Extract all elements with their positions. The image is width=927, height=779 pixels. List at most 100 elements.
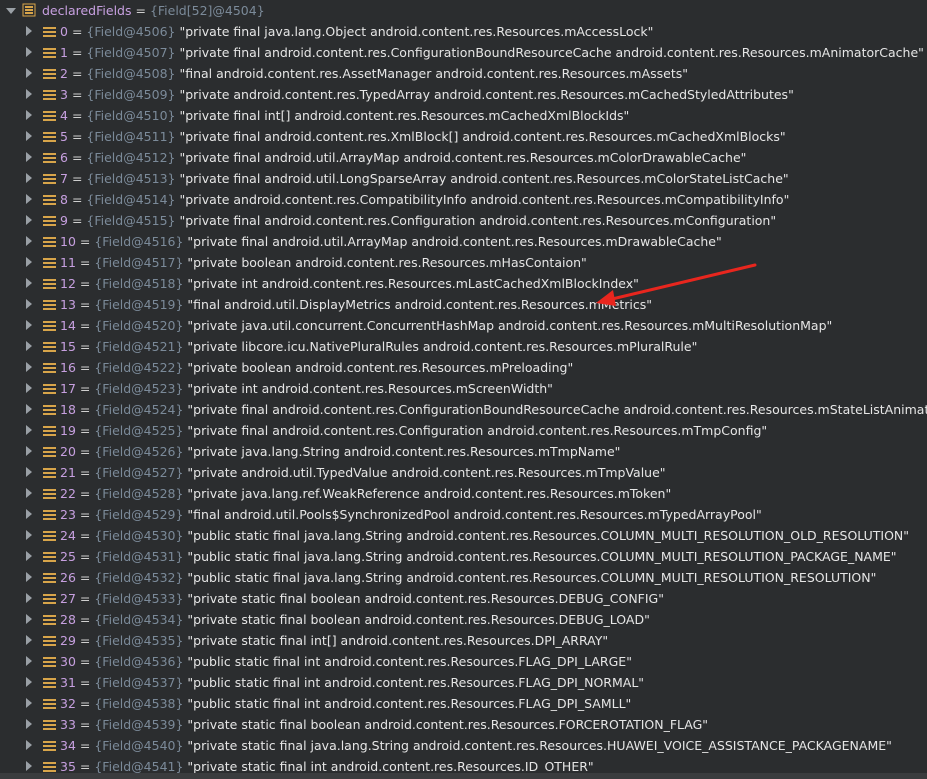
expand-arrow-icon[interactable] <box>26 656 32 666</box>
expand-arrow-icon[interactable] <box>26 614 32 624</box>
field-index: 7 <box>60 171 68 186</box>
expand-arrow-icon[interactable] <box>26 257 32 267</box>
field-index: 17 <box>60 381 76 396</box>
tree-node-field[interactable]: 2 = {Field@4508} "final android.content.… <box>0 63 927 84</box>
expand-arrow-icon[interactable] <box>26 425 32 435</box>
variable-name: declaredFields <box>42 3 132 18</box>
expand-arrow-icon[interactable] <box>26 194 32 204</box>
tree-node-field[interactable]: 8 = {Field@4514} "private android.conten… <box>0 189 927 210</box>
tree-node-field[interactable]: 1 = {Field@4507} "private final android.… <box>0 42 927 63</box>
field-value: "private final android.content.res.Confi… <box>187 423 768 438</box>
expand-arrow-icon[interactable] <box>26 551 32 561</box>
expand-arrow-icon[interactable] <box>26 278 32 288</box>
expand-arrow-icon[interactable] <box>26 635 32 645</box>
tree-node-field[interactable]: 32 = {Field@4538} "public static final i… <box>0 693 927 714</box>
tree-node-field[interactable]: 28 = {Field@4534} "private static final … <box>0 609 927 630</box>
tree-node-field[interactable]: 24 = {Field@4530} "public static final j… <box>0 525 927 546</box>
tree-node-field[interactable]: 25 = {Field@4531} "public static final j… <box>0 546 927 567</box>
field-value: "public static final java.lang.String an… <box>187 549 897 564</box>
expand-arrow-icon[interactable] <box>26 68 32 78</box>
expand-arrow-icon[interactable] <box>26 47 32 57</box>
expand-arrow-icon[interactable] <box>26 719 32 729</box>
field-icon <box>43 468 56 478</box>
tree-node-field[interactable]: 4 = {Field@4510} "private final int[] an… <box>0 105 927 126</box>
expand-arrow-icon[interactable] <box>26 110 32 120</box>
expand-arrow-icon[interactable] <box>26 761 32 771</box>
tree-node-field[interactable]: 12 = {Field@4518} "private int android.c… <box>0 273 927 294</box>
field-value: "public static final java.lang.String an… <box>187 570 877 585</box>
tree-node-field[interactable]: 34 = {Field@4540} "private static final … <box>0 735 927 756</box>
tree-node-field[interactable]: 0 = {Field@4506} "private final java.lan… <box>0 21 927 42</box>
tree-node-field[interactable]: 11 = {Field@4517} "private boolean andro… <box>0 252 927 273</box>
field-icon <box>43 363 56 373</box>
expand-arrow-icon[interactable] <box>26 173 32 183</box>
equals-sign: = <box>135 3 146 18</box>
tree-node-field[interactable]: 16 = {Field@4522} "private boolean andro… <box>0 357 927 378</box>
tree-node-field[interactable]: 17 = {Field@4523} "private int android.c… <box>0 378 927 399</box>
expand-arrow-icon[interactable] <box>26 404 32 414</box>
tree-node-field[interactable]: 20 = {Field@4526} "private java.lang.Str… <box>0 441 927 462</box>
expand-arrow-icon[interactable] <box>26 215 32 225</box>
expand-arrow-icon[interactable] <box>26 677 32 687</box>
field-icon <box>43 48 56 58</box>
tree-node-field[interactable]: 21 = {Field@4527} "private android.util.… <box>0 462 927 483</box>
tree-node-field[interactable]: 9 = {Field@4515} "private final android.… <box>0 210 927 231</box>
expand-arrow-icon[interactable] <box>26 236 32 246</box>
tree-node-field[interactable]: 31 = {Field@4537} "public static final i… <box>0 672 927 693</box>
tree-node-field[interactable]: 19 = {Field@4525} "private final android… <box>0 420 927 441</box>
tree-node-field[interactable]: 23 = {Field@4529} "final android.util.Po… <box>0 504 927 525</box>
expand-arrow-icon[interactable] <box>26 341 32 351</box>
expand-arrow-icon[interactable] <box>26 383 32 393</box>
tree-node-field[interactable]: 30 = {Field@4536} "public static final i… <box>0 651 927 672</box>
tree-node-field[interactable]: 26 = {Field@4532} "public static final j… <box>0 567 927 588</box>
tree-node-field[interactable]: 15 = {Field@4521} "private libcore.icu.N… <box>0 336 927 357</box>
expand-arrow-icon[interactable] <box>26 131 32 141</box>
tree-node-label: 32 = {Field@4538} "public static final i… <box>60 693 631 714</box>
object-ref: {Field@4508} <box>86 66 176 81</box>
expand-arrow-icon[interactable] <box>26 26 32 36</box>
tree-node-field[interactable]: 18 = {Field@4524} "private final android… <box>0 399 927 420</box>
object-ref: {Field@4541} <box>94 759 184 774</box>
expand-arrow-icon[interactable] <box>26 530 32 540</box>
expand-arrow-icon[interactable] <box>26 152 32 162</box>
field-index: 24 <box>60 528 76 543</box>
expand-arrow-icon[interactable] <box>26 509 32 519</box>
tree-node-field[interactable]: 29 = {Field@4535} "private static final … <box>0 630 927 651</box>
tree-node-field[interactable]: 33 = {Field@4539} "private static final … <box>0 714 927 735</box>
object-ref: {Field@4533} <box>94 591 184 606</box>
equals-sign: = <box>79 612 91 627</box>
field-icon <box>43 552 56 562</box>
tree-node-field[interactable]: 7 = {Field@4513} "private final android.… <box>0 168 927 189</box>
expand-arrow-icon[interactable] <box>26 320 32 330</box>
tree-node-field[interactable]: 27 = {Field@4533} "private static final … <box>0 588 927 609</box>
tree-node-field[interactable]: 14 = {Field@4520} "private java.util.con… <box>0 315 927 336</box>
expand-arrow-icon[interactable] <box>26 446 32 456</box>
variables-tree-panel: declaredFields = {Field[52]@4504} 0 = {F… <box>0 0 927 779</box>
tree-node-field[interactable]: 13 = {Field@4519} "final android.util.Di… <box>0 294 927 315</box>
field-icon <box>43 594 56 604</box>
expand-arrow-icon[interactable] <box>26 593 32 603</box>
field-value: "private final android.content.res.Confi… <box>187 402 927 417</box>
expand-arrow-icon[interactable] <box>26 362 32 372</box>
expand-arrow-icon[interactable] <box>26 299 32 309</box>
expand-arrow-icon[interactable] <box>26 467 32 477</box>
tree-node-field[interactable]: 22 = {Field@4528} "private java.lang.ref… <box>0 483 927 504</box>
expand-arrow-icon[interactable] <box>26 488 32 498</box>
horizontal-scrollbar[interactable] <box>0 773 927 779</box>
tree-node-field[interactable]: 3 = {Field@4509} "private android.conten… <box>0 84 927 105</box>
tree-node-field[interactable]: 10 = {Field@4516} "private final android… <box>0 231 927 252</box>
field-icon <box>43 720 56 730</box>
tree-node-field[interactable]: 5 = {Field@4511} "private final android.… <box>0 126 927 147</box>
field-index: 3 <box>60 87 68 102</box>
tree-node-field[interactable]: 6 = {Field@4512} "private final android.… <box>0 147 927 168</box>
tree-node-label: 28 = {Field@4534} "private static final … <box>60 609 650 630</box>
equals-sign: = <box>79 696 91 711</box>
tree-node-declared-fields[interactable]: declaredFields = {Field[52]@4504} <box>0 0 927 21</box>
expand-arrow-icon[interactable] <box>26 572 32 582</box>
tree-node-label: 10 = {Field@4516} "private final android… <box>60 231 722 252</box>
expand-arrow-icon[interactable] <box>26 89 32 99</box>
field-index: 2 <box>60 66 68 81</box>
expand-arrow-icon[interactable] <box>26 740 32 750</box>
expand-arrow-icon[interactable] <box>26 698 32 708</box>
expand-arrow-icon[interactable] <box>6 8 16 14</box>
